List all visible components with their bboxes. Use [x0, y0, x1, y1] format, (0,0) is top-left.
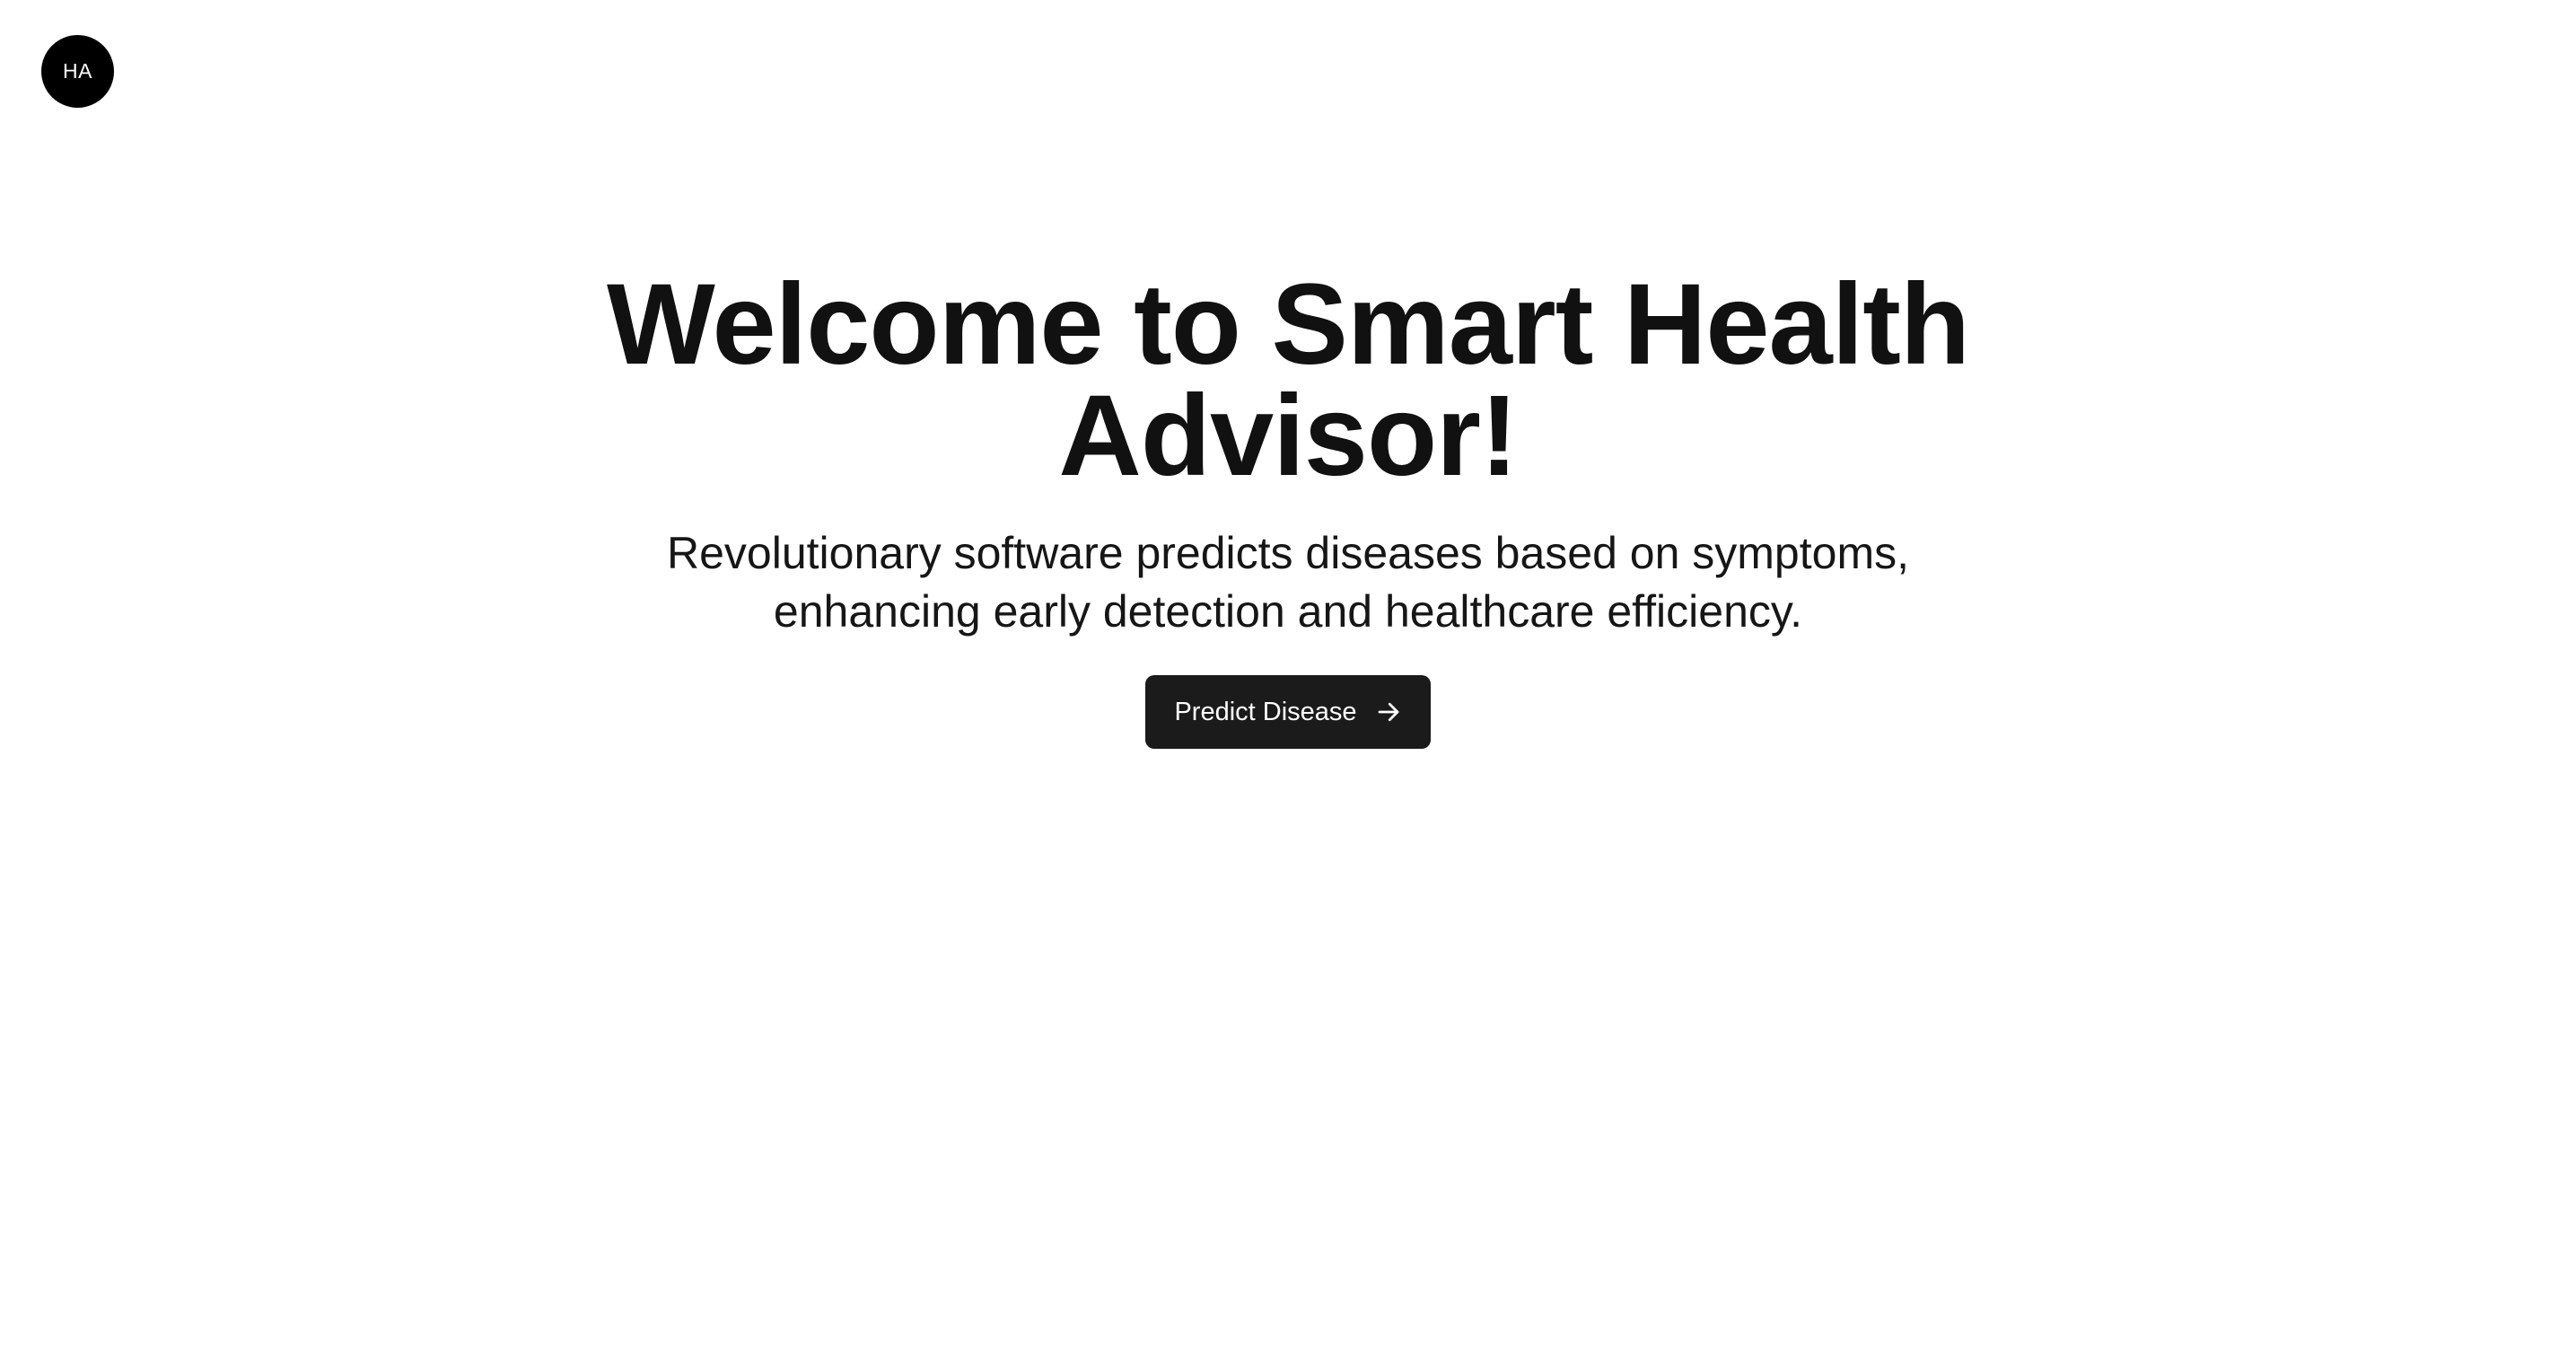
page-title: Welcome to Smart Health Advisor!: [606, 260, 1970, 500]
hero-subtitle: Revolutionary software predicts diseases…: [667, 528, 1909, 637]
predict-disease-button[interactable]: Predict Disease: [1145, 675, 1431, 749]
hero-section: Welcome to Smart Health Advisor! Revolut…: [0, 260, 2576, 749]
arrow-right-icon: [1375, 699, 1402, 725]
avatar-initials: HA: [63, 59, 92, 83]
predict-disease-button-label: Predict Disease: [1174, 697, 1357, 726]
page: HA Welcome to Smart Health Advisor! Revo…: [0, 0, 2576, 1362]
avatar[interactable]: HA: [41, 35, 114, 108]
